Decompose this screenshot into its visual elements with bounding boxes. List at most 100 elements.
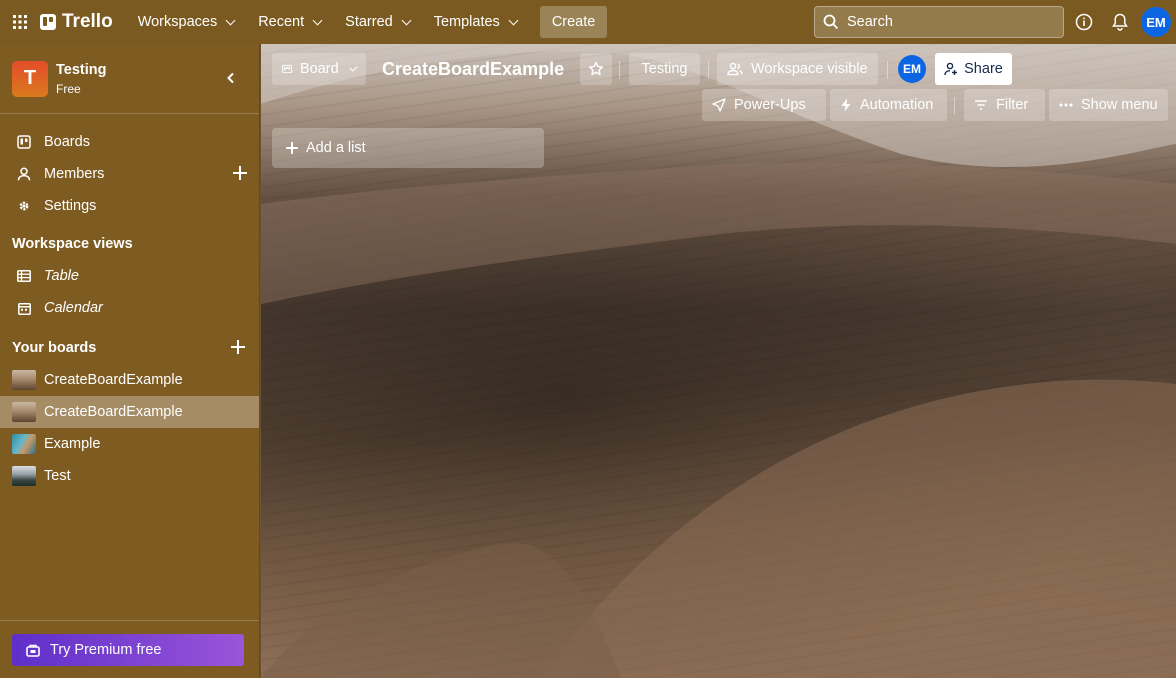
add-member-plus-icon[interactable] <box>233 166 247 180</box>
premium-label: Try Premium free <box>50 642 162 658</box>
try-premium-button[interactable]: Try Premium free <box>12 634 244 666</box>
board-name: CreateBoardExample <box>44 404 183 420</box>
sidebar-item-label: Table <box>44 268 79 284</box>
automation-button[interactable]: Automation <box>830 89 947 121</box>
filter-icon <box>975 100 987 110</box>
templates-menu-button[interactable]: Templates <box>423 6 528 38</box>
your-boards-heading-label: Your boards <box>12 340 97 356</box>
trello-logo[interactable]: Trello <box>40 11 113 33</box>
automation-label: Automation <box>860 97 934 113</box>
sidebar-item-label: Settings <box>44 198 97 214</box>
board-thumbnail <box>12 466 36 486</box>
board-name: Test <box>44 468 71 484</box>
sidebar-board-item[interactable]: Example <box>0 428 259 460</box>
board-thumbnail <box>12 370 36 390</box>
board-name: CreateBoardExample <box>44 372 183 388</box>
chevron-down-icon <box>225 15 236 25</box>
chevron-down-icon <box>312 15 323 25</box>
sidebar-board-item-active[interactable]: CreateBoardExample <box>0 396 259 428</box>
sidebar-footer: Try Premium free <box>0 620 259 678</box>
board-thumbnail <box>12 402 36 422</box>
sidebar-item-settings[interactable]: Settings <box>0 190 259 222</box>
gear-icon <box>16 198 32 214</box>
board-view-switcher[interactable]: Board <box>272 53 366 85</box>
chevron-down-icon <box>349 62 358 72</box>
search-placeholder: Search <box>847 14 893 30</box>
sidebar-item-label: Boards <box>44 134 90 150</box>
workspaces-menu-label: Workspaces <box>137 14 218 30</box>
user-avatar[interactable]: EM <box>1141 7 1171 37</box>
workspace-logo: T <box>12 60 48 97</box>
workspaces-menu-button[interactable]: Workspaces <box>127 6 246 38</box>
add-list-button[interactable]: Add a list <box>272 128 544 168</box>
workspace-header: T Testing Free <box>0 44 259 114</box>
sidebar-item-label: Calendar <box>44 300 103 316</box>
sidebar-item-members[interactable]: Members <box>0 158 259 190</box>
apps-grid-icon[interactable] <box>0 0 40 44</box>
sidebar-item-calendar-view[interactable]: Calendar <box>0 292 259 324</box>
filter-label: Filter <box>996 97 1029 113</box>
trello-logo-text: Trello <box>62 11 113 32</box>
add-board-plus-icon[interactable] <box>231 340 245 354</box>
recent-menu-button[interactable]: Recent <box>247 6 332 38</box>
header-divider <box>619 61 620 79</box>
board-view-icon <box>282 64 292 74</box>
rocket-icon <box>712 98 726 112</box>
sidebar-board-item[interactable]: CreateBoardExample <box>0 364 259 396</box>
workspace-button[interactable]: Testing <box>629 53 700 85</box>
sidebar-board-item[interactable]: Test <box>0 460 259 492</box>
search-input[interactable]: Search <box>814 6 1064 38</box>
trello-logo-icon <box>40 14 56 30</box>
sidebar-item-table-view[interactable]: Table <box>0 260 259 292</box>
star-board-button[interactable] <box>580 53 612 85</box>
board-icon <box>16 134 32 150</box>
board-name: Example <box>44 436 101 452</box>
power-ups-label: Power-Ups <box>734 97 806 113</box>
header-divider <box>887 61 888 79</box>
visibility-button[interactable]: Workspace visible <box>717 53 878 85</box>
starred-menu-label: Starred <box>345 14 393 30</box>
notifications-bell-icon[interactable] <box>1110 12 1130 32</box>
premium-gift-icon <box>26 644 40 657</box>
workspace-sidebar: T Testing Free Boards Members Settings W… <box>0 44 260 678</box>
search-icon <box>823 14 839 30</box>
show-menu-button[interactable]: Show menu <box>1049 89 1168 121</box>
lightning-bolt-icon <box>841 98 851 112</box>
person-icon <box>16 166 32 182</box>
sidebar-item-label: Members <box>44 166 105 182</box>
show-menu-label: Show menu <box>1081 97 1158 113</box>
starred-menu-button[interactable]: Starred <box>334 6 421 38</box>
chevron-down-icon <box>401 15 412 25</box>
workspace-views-heading: Workspace views <box>12 236 133 252</box>
header-divider <box>708 61 709 79</box>
board-view-label: Board <box>300 61 339 77</box>
share-button[interactable]: Share <box>935 53 1012 85</box>
chevron-down-icon <box>508 15 519 25</box>
visibility-label: Workspace visible <box>751 61 868 77</box>
templates-menu-label: Templates <box>433 14 500 30</box>
header-divider <box>954 97 955 115</box>
board-member-avatar[interactable]: EM <box>898 55 926 83</box>
power-ups-button[interactable]: Power-Ups <box>702 89 826 121</box>
board-title[interactable]: CreateBoardExample <box>382 53 564 85</box>
add-list-label: Add a list <box>306 140 366 156</box>
workspace-name[interactable]: Testing <box>56 62 106 78</box>
star-icon <box>588 61 604 76</box>
recent-menu-label: Recent <box>258 14 305 30</box>
board-thumbnail <box>12 434 36 454</box>
table-icon <box>16 268 32 284</box>
create-button[interactable]: Create <box>539 6 608 38</box>
sidebar-item-boards[interactable]: Boards <box>0 126 259 158</box>
filter-button[interactable]: Filter <box>964 89 1045 121</box>
collapse-sidebar-chevron-left-icon[interactable] <box>224 71 238 85</box>
top-navigation-bar: Trello Workspaces Recent Starred Templat… <box>0 0 1176 44</box>
people-icon <box>727 62 743 76</box>
workspace-plan: Free <box>56 81 81 96</box>
plus-icon <box>286 142 298 154</box>
your-boards-heading: Your boards <box>0 332 259 364</box>
add-person-icon <box>944 62 958 76</box>
more-horizontal-icon <box>1059 103 1073 107</box>
info-icon[interactable] <box>1074 12 1094 32</box>
board-header-row: Board CreateBoardExample Testing Workspa… <box>261 53 1176 85</box>
board-canvas: Board CreateBoardExample Testing Workspa… <box>261 44 1176 678</box>
